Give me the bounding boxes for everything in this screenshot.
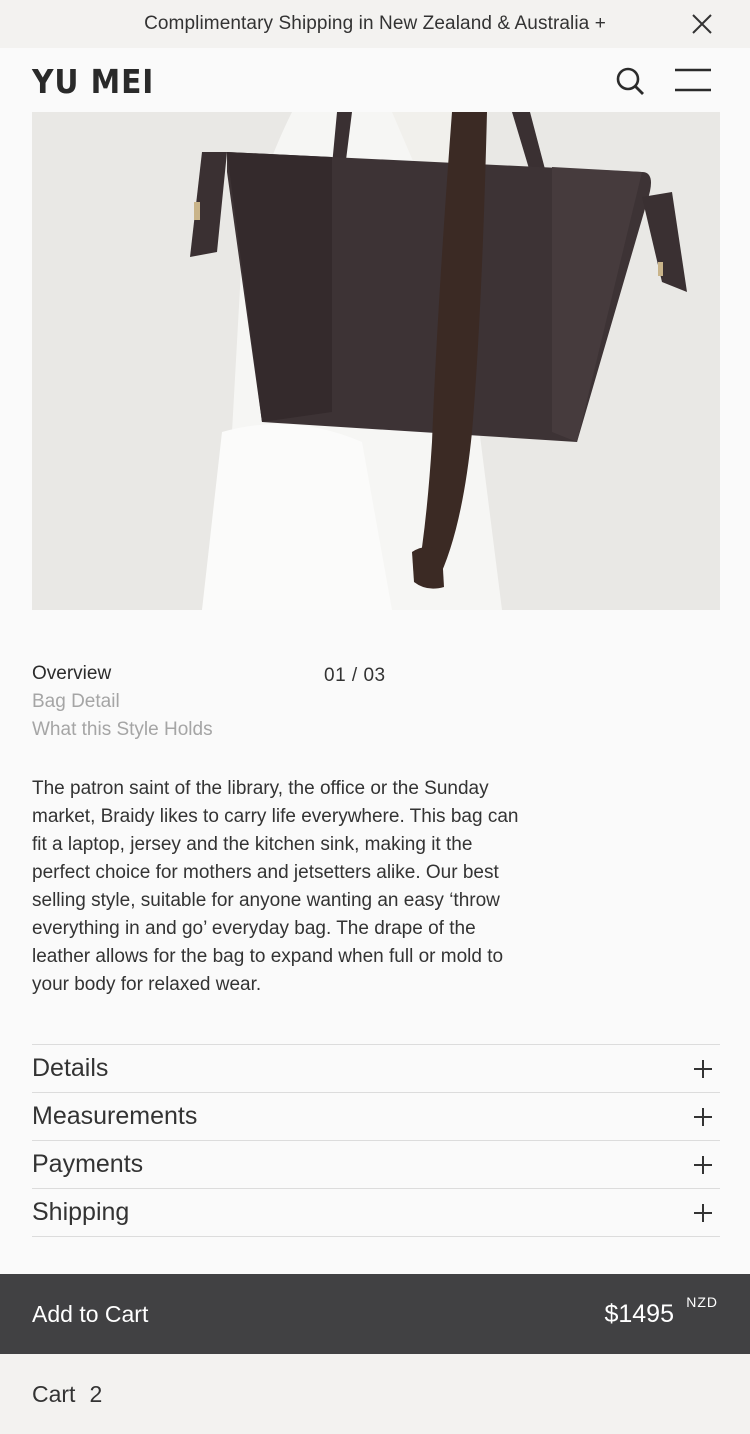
accordion-measurements[interactable]: Measurements bbox=[32, 1093, 720, 1141]
announcement-bar: Complimentary Shipping in New Zealand & … bbox=[0, 0, 750, 48]
accordion-details[interactable]: Details bbox=[32, 1045, 720, 1093]
accordion-payments[interactable]: Payments bbox=[32, 1141, 720, 1189]
add-to-cart-label: Add to Cart bbox=[32, 1300, 149, 1327]
plus-icon bbox=[694, 1155, 712, 1174]
tab-bag-detail[interactable]: Bag Detail bbox=[32, 688, 213, 716]
accordion-label: Payments bbox=[32, 1150, 144, 1178]
plus-icon bbox=[694, 1203, 712, 1222]
product-image[interactable] bbox=[32, 112, 720, 610]
accordion-label: Details bbox=[32, 1054, 109, 1082]
search-icon[interactable] bbox=[614, 65, 646, 97]
add-to-cart-button[interactable]: Add to Cart $1495 NZD bbox=[0, 1274, 750, 1354]
plus-icon bbox=[694, 1107, 712, 1126]
tab-what-this-style-holds[interactable]: What this Style Holds bbox=[32, 716, 213, 744]
accordion-label: Measurements bbox=[32, 1102, 198, 1130]
plus-icon bbox=[694, 1059, 712, 1078]
price: $1495 NZD bbox=[604, 1294, 718, 1329]
cart-count: 2 bbox=[89, 1380, 103, 1407]
tab-overview[interactable]: Overview bbox=[32, 660, 213, 688]
announcement-text[interactable]: Complimentary Shipping in New Zealand & … bbox=[144, 13, 606, 35]
product-accordion: Details Measurements Payments Shipping bbox=[32, 1044, 720, 1237]
site-header: YU MEI bbox=[0, 48, 750, 112]
product-tabs: Overview Bag Detail What this Style Hold… bbox=[32, 660, 213, 744]
slide-counter: 01 / 03 bbox=[324, 665, 386, 686]
cart-button[interactable]: Cart 2 bbox=[0, 1354, 750, 1434]
close-icon[interactable] bbox=[690, 12, 714, 36]
price-value: $1495 bbox=[604, 1299, 674, 1328]
cart-label: Cart bbox=[32, 1380, 76, 1407]
menu-icon[interactable] bbox=[674, 67, 712, 93]
accordion-label: Shipping bbox=[32, 1198, 130, 1226]
product-photo bbox=[32, 112, 720, 610]
currency-label: NZD bbox=[686, 1293, 718, 1310]
accordion-shipping[interactable]: Shipping bbox=[32, 1189, 720, 1237]
product-description: The patron saint of the library, the off… bbox=[32, 778, 519, 995]
logo[interactable]: YU MEI bbox=[32, 62, 154, 101]
